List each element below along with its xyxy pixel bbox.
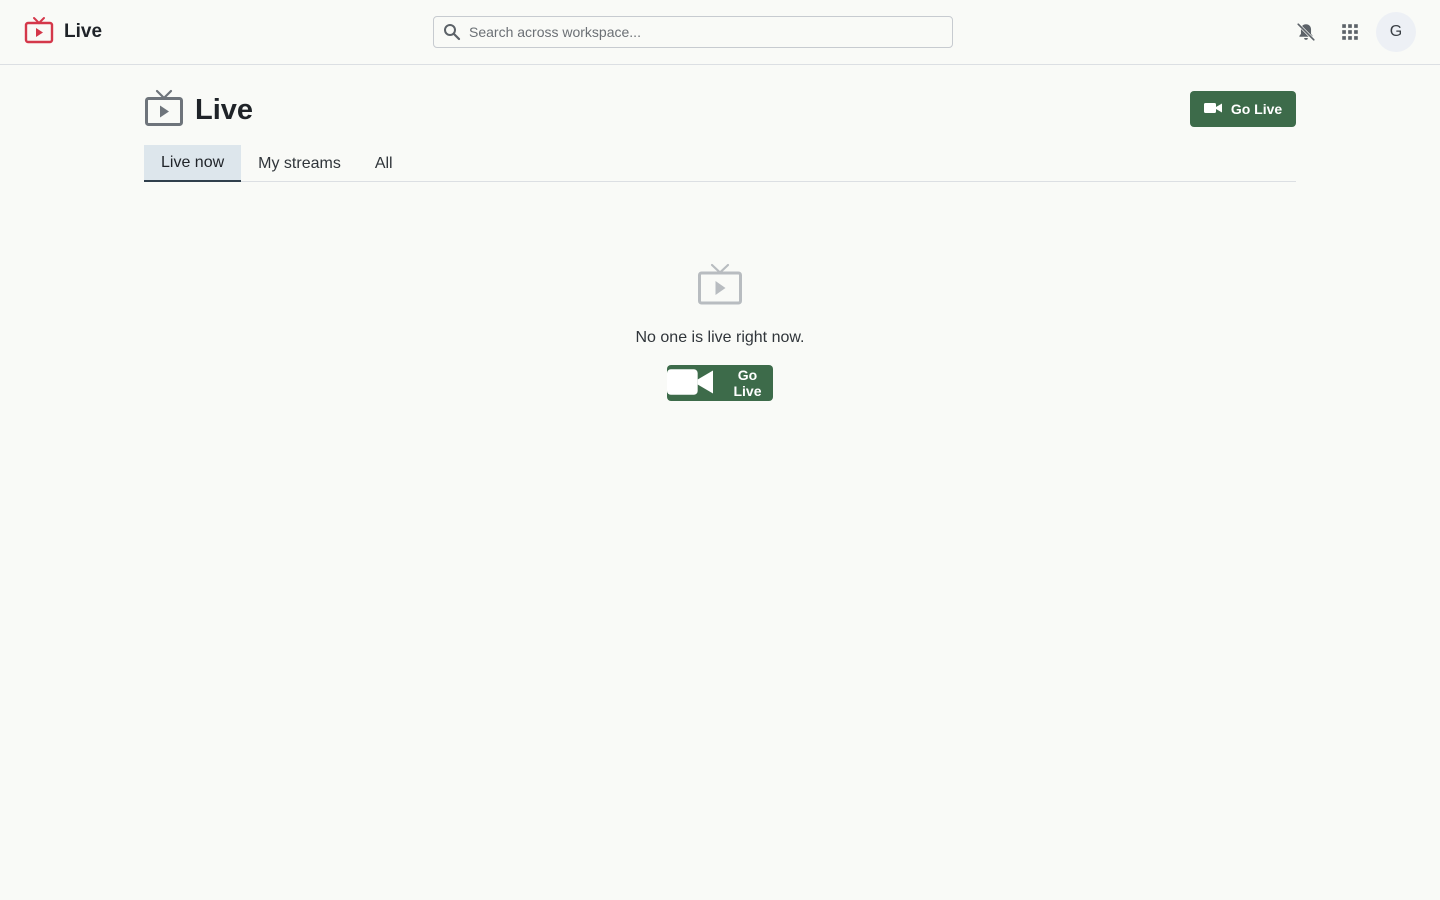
video-camera-icon [667, 360, 722, 407]
app-brand[interactable]: Live [24, 16, 103, 49]
empty-state: No one is live right now. Go Live [0, 262, 1440, 401]
page-header: Live [144, 89, 254, 132]
top-bar: Live Search across workspace... G [0, 0, 1440, 65]
tab-live-now[interactable]: Live now [144, 145, 242, 182]
live-tv-icon [144, 89, 184, 132]
apps-grid-icon[interactable] [1338, 20, 1362, 44]
empty-state-message: No one is live right now. [635, 329, 805, 346]
go-live-label: Go Live [1230, 101, 1283, 117]
go-live-label: Go Live [733, 367, 762, 399]
tab-my-streams[interactable]: My streams [241, 145, 358, 182]
live-tv-icon [24, 16, 54, 49]
search-input[interactable] [469, 18, 939, 46]
live-tv-icon [697, 262, 743, 311]
app-name: Live [64, 21, 103, 42]
user-avatar[interactable]: G [1376, 12, 1416, 52]
search-icon [443, 23, 461, 41]
empty-go-live-button[interactable]: Go Live [667, 365, 773, 401]
search-bar[interactable] [433, 16, 953, 48]
go-live-button[interactable]: Go Live [1190, 91, 1296, 127]
tab-bar: Live now My streams All [144, 145, 1296, 182]
tab-all[interactable]: All [358, 145, 410, 182]
page-title: Live [195, 93, 254, 126]
video-camera-icon [1203, 101, 1231, 118]
bell-off-icon[interactable] [1294, 20, 1318, 44]
